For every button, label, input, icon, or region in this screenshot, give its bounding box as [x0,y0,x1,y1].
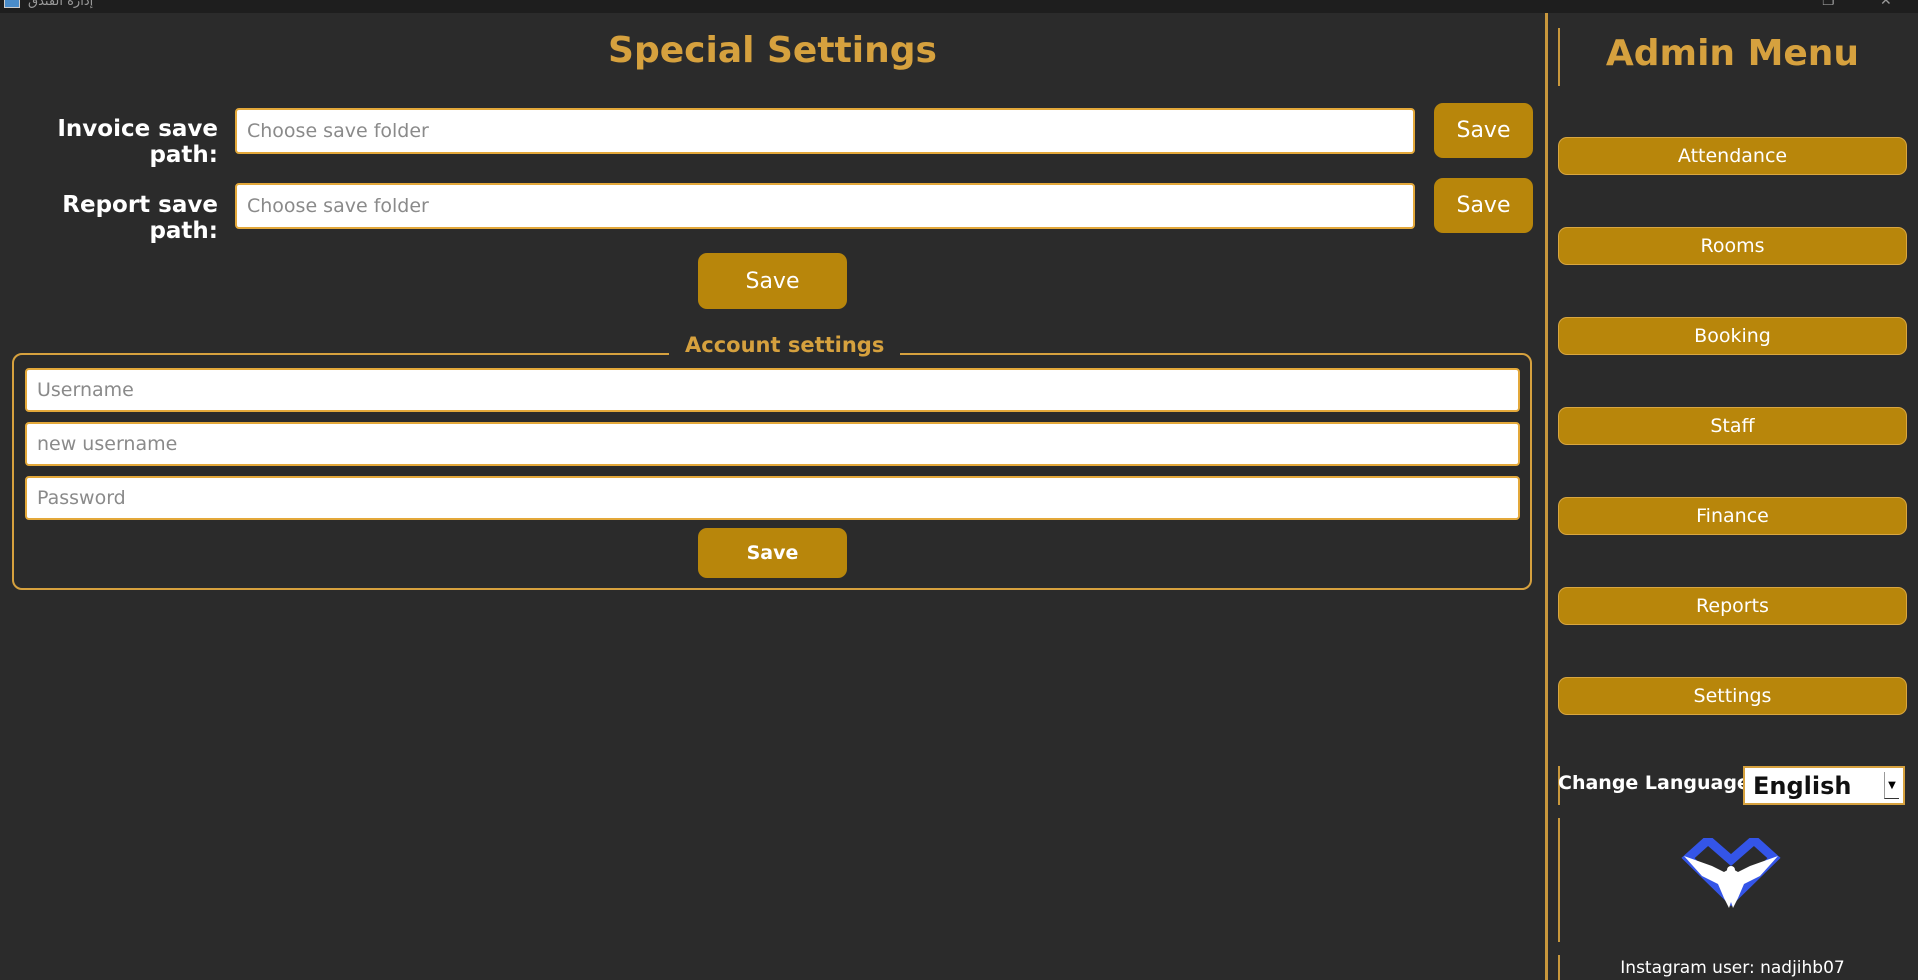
menu-booking-button[interactable]: Booking [1558,317,1907,355]
app-icon [4,0,20,8]
menu-attendance-button[interactable]: Attendance [1558,137,1907,175]
report-path-input[interactable] [235,183,1415,229]
sidebar-title: Admin Menu [1605,33,1860,74]
invoice-path-input[interactable] [235,108,1415,154]
menu-settings-button[interactable]: Settings [1558,677,1907,715]
change-language-label: Change Language [1558,772,1750,794]
invoice-save-button[interactable]: Save [1434,103,1533,158]
invoice-path-label: Invoice save path: [57,116,218,168]
instagram-credit: Instagram user: nadjihb07 [1620,958,1845,978]
menu-finance-button[interactable]: Finance [1558,497,1907,535]
eagle-logo-icon [1681,838,1781,908]
new-username-input[interactable] [25,422,1520,466]
sidebar-divider [1545,13,1548,980]
password-input[interactable] [25,476,1520,520]
menu-staff-button[interactable]: Staff [1558,407,1907,445]
sidebar-rule-logo [1558,818,1560,942]
report-path-label: Report save path: [62,192,218,244]
username-input[interactable] [25,368,1520,412]
language-select[interactable]: English ▼ [1743,766,1905,805]
close-icon[interactable]: ✕ [1880,0,1892,9]
menu-reports-button[interactable]: Reports [1558,587,1907,625]
report-save-button[interactable]: Save [1434,178,1533,233]
save-paths-button[interactable]: Save [698,253,847,309]
maximize-icon[interactable]: ❐ [1822,0,1835,9]
account-save-button[interactable]: Save [698,528,847,578]
window-titlebar: إدارة الفندق ❐ ✕ [0,0,1918,13]
account-settings-legend: Account settings [669,333,901,357]
chevron-down-icon[interactable]: ▼ [1884,772,1899,799]
language-select-value: English [1753,771,1852,800]
window-title: إدارة الفندق [28,0,94,9]
page-title: Special Settings [608,30,937,71]
menu-rooms-button[interactable]: Rooms [1558,227,1907,265]
